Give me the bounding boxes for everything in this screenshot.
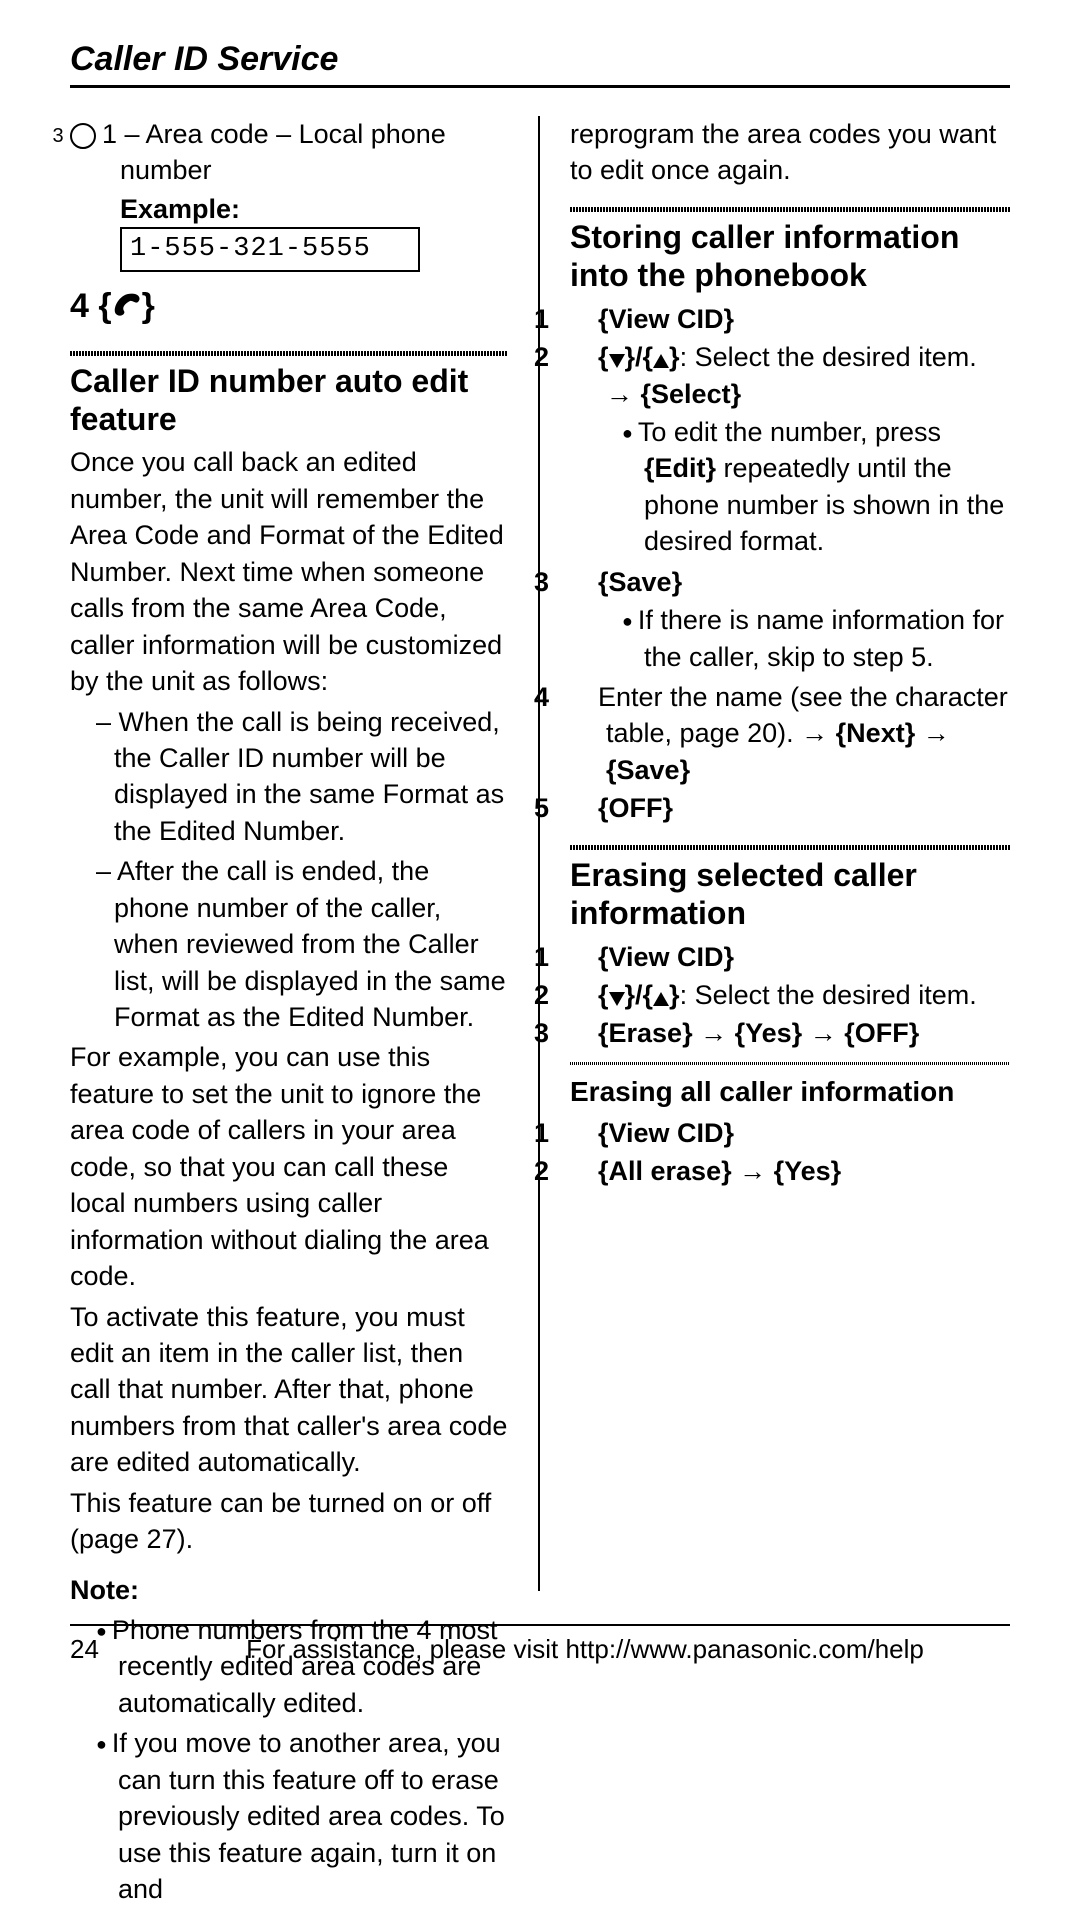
sub-text: To edit the number, press bbox=[638, 417, 941, 447]
step-text: : Select the desired item. bbox=[680, 342, 977, 372]
section-separator-icon bbox=[570, 207, 1010, 212]
option-3-line: 31 – Area code – Local phone number bbox=[70, 116, 508, 189]
right-arrow-icon: → bbox=[700, 1018, 727, 1048]
step-row: 4Enter the name (see the character table… bbox=[570, 679, 1010, 788]
continuation-para: reprogram the area codes you want to edi… bbox=[570, 116, 1010, 189]
step-row: 3{Save} bbox=[570, 564, 1010, 600]
option-3-text: 1 – Area code – Local phone number bbox=[102, 119, 446, 185]
key-save: {Save} bbox=[606, 755, 690, 785]
step-text: : Select the desired item. bbox=[680, 980, 977, 1010]
key-next: {Next} bbox=[836, 718, 916, 748]
bullet-item: If you move to another area, you can tur… bbox=[96, 1725, 508, 1907]
sub-bullet-item: If there is name information for the cal… bbox=[622, 602, 1010, 675]
column-left: 31 – Area code – Local phone number Exam… bbox=[70, 116, 540, 1591]
key-view-cid: {View CID} bbox=[598, 942, 734, 972]
step-4: 4 {} bbox=[70, 284, 508, 331]
key-view-cid: {View CID} bbox=[598, 304, 734, 334]
section-auto-edit-title: Caller ID number auto edit feature bbox=[70, 362, 508, 439]
key-nav-icon: {}/{} bbox=[598, 342, 680, 372]
sub-bullet-item: To edit the number, press {Edit} repeate… bbox=[622, 414, 1010, 560]
page-number: 24 bbox=[70, 1634, 160, 1665]
step-4-number: 4 bbox=[70, 287, 89, 325]
section-storing-title: Storing caller information into the phon… bbox=[570, 218, 1010, 295]
key-erase: {Erase} bbox=[598, 1018, 693, 1048]
step-row: 1{View CID} bbox=[570, 301, 1010, 337]
key-yes: {Yes} bbox=[774, 1156, 842, 1186]
circled-number-icon: 3 bbox=[70, 123, 96, 149]
auto-edit-para-2: For example, you can use this feature to… bbox=[70, 1039, 508, 1294]
note-label: Note: bbox=[70, 1572, 508, 1608]
talk-handset-icon bbox=[112, 285, 142, 331]
right-arrow-icon: → bbox=[923, 718, 950, 748]
step-row: 2{}/{}: Select the desired item. → {Sele… bbox=[570, 339, 1010, 412]
key-bracket-close: } bbox=[142, 287, 155, 325]
auto-edit-para-4: This feature can be turned on or off (pa… bbox=[70, 1485, 508, 1558]
footer-assistance-text: For assistance, please visit http://www.… bbox=[160, 1634, 1010, 1665]
dash-item: When the call is being received, the Cal… bbox=[96, 704, 508, 850]
right-arrow-icon: → bbox=[739, 1156, 766, 1186]
step-row: 3{Erase} → {Yes} → {OFF} bbox=[570, 1015, 1010, 1051]
key-edit: {Edit} bbox=[644, 453, 716, 483]
step-row: 5{OFF} bbox=[570, 790, 1010, 826]
key-bracket-open: { bbox=[98, 287, 111, 325]
two-column-layout: 31 – Area code – Local phone number Exam… bbox=[70, 116, 1010, 1591]
subsection-separator-icon bbox=[570, 1062, 1010, 1065]
key-select: {Select} bbox=[641, 379, 742, 409]
step-row: 1{View CID} bbox=[570, 1115, 1010, 1151]
step-row: 2{}/{}: Select the desired item. bbox=[570, 977, 1010, 1013]
up-arrow-icon bbox=[653, 992, 669, 1006]
right-arrow-icon: → bbox=[801, 718, 836, 748]
step-row: 1{View CID} bbox=[570, 939, 1010, 975]
right-arrow-icon: → bbox=[606, 379, 641, 409]
up-arrow-icon bbox=[653, 354, 669, 368]
auto-edit-para-3: To activate this feature, you must edit … bbox=[70, 1299, 508, 1481]
section-separator-icon bbox=[570, 845, 1010, 850]
step-row: 2{All erase} → {Yes} bbox=[570, 1153, 1010, 1189]
example-box: 1-555-321-5555 bbox=[120, 227, 420, 271]
example-label: Example: bbox=[70, 191, 508, 227]
section-erase-selected-title: Erasing selected caller information bbox=[570, 856, 1010, 933]
auto-edit-para-1: Once you call back an edited number, the… bbox=[70, 444, 508, 699]
column-right: reprogram the area codes you want to edi… bbox=[540, 116, 1010, 1591]
key-save: {Save} bbox=[598, 567, 682, 597]
key-yes: {Yes} bbox=[735, 1018, 803, 1048]
page-title: Caller ID Service bbox=[70, 40, 1010, 88]
page-footer: 24 For assistance, please visit http://w… bbox=[70, 1624, 1010, 1665]
key-nav-icon: {}/{} bbox=[598, 980, 680, 1010]
section-separator-icon bbox=[70, 351, 508, 356]
dash-item: After the call is ended, the phone numbe… bbox=[96, 853, 508, 1035]
down-arrow-icon bbox=[609, 354, 625, 368]
key-off: {OFF} bbox=[844, 1018, 919, 1048]
key-all-erase: {All erase} bbox=[598, 1156, 732, 1186]
section-erase-all-title: Erasing all caller information bbox=[570, 1073, 1010, 1111]
down-arrow-icon bbox=[609, 992, 625, 1006]
key-view-cid: {View CID} bbox=[598, 1118, 734, 1148]
right-arrow-icon: → bbox=[810, 1018, 837, 1048]
auto-edit-dash-list: When the call is being received, the Cal… bbox=[70, 704, 508, 1036]
key-off: {OFF} bbox=[598, 793, 673, 823]
